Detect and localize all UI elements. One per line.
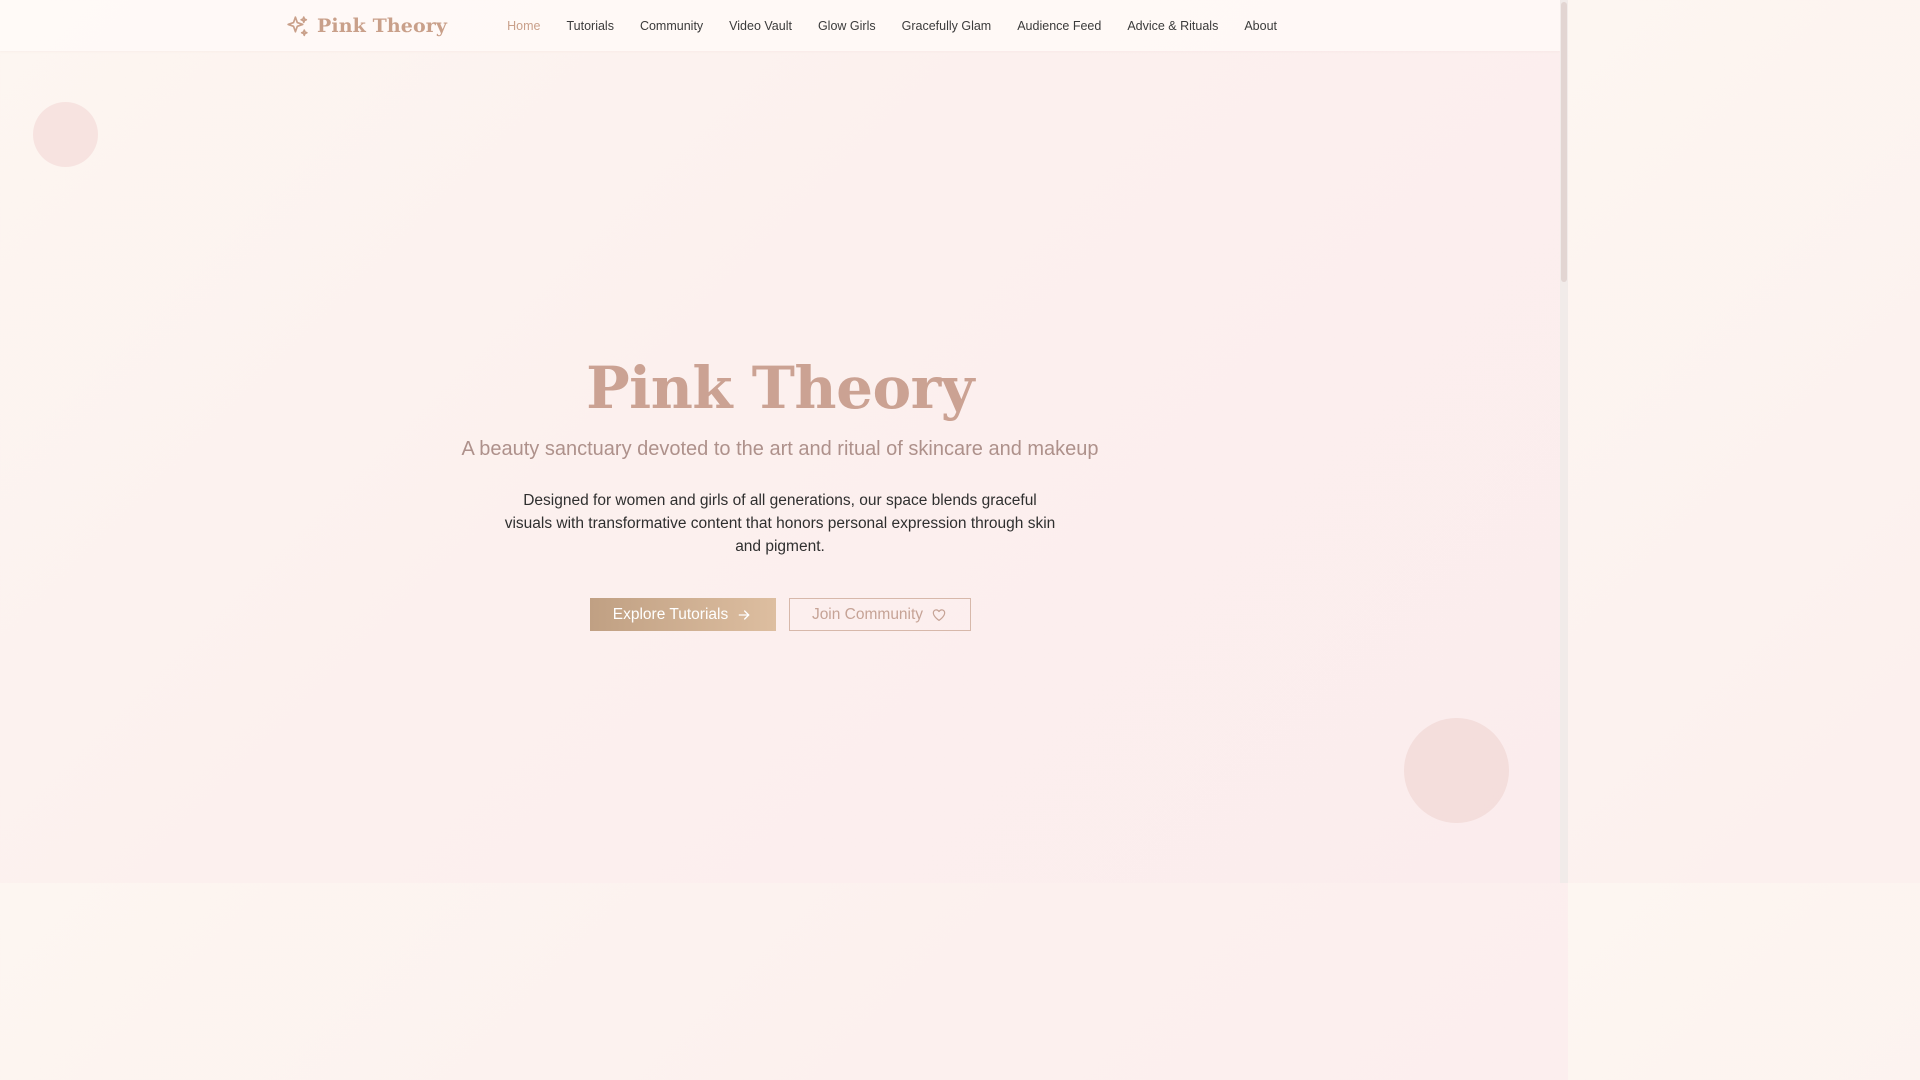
logo-text: Pink Theory	[317, 15, 447, 37]
join-community-button[interactable]: Join Community	[788, 598, 971, 631]
nav-advice-rituals[interactable]: Advice & Rituals	[1127, 19, 1218, 33]
heart-icon	[931, 607, 947, 623]
nav-gracefully-glam[interactable]: Gracefully Glam	[902, 19, 992, 33]
decorative-circle	[1404, 718, 1509, 823]
hero-section: Pink Theory A beauty sanctuary devoted t…	[0, 350, 1560, 631]
site-header: Pink Theory Home Tutorials Community Vid…	[0, 0, 1560, 51]
scrollbar-thumb[interactable]	[1561, 2, 1567, 282]
main-nav: Home Tutorials Community Video Vault Glo…	[507, 0, 1277, 51]
hero-subtitle: A beauty sanctuary devoted to the art an…	[461, 438, 1099, 460]
nav-about[interactable]: About	[1244, 19, 1277, 33]
nav-home[interactable]: Home	[507, 19, 540, 33]
nav-glow-girls[interactable]: Glow Girls	[818, 19, 876, 33]
hero-title: Pink Theory	[586, 354, 974, 422]
hero-actions: Explore Tutorials Join Community	[0, 598, 1560, 631]
explore-tutorials-button[interactable]: Explore Tutorials	[589, 598, 776, 631]
nav-community[interactable]: Community	[640, 19, 703, 33]
join-community-label: Join Community	[811, 605, 924, 623]
logo-link[interactable]: Pink Theory	[285, 13, 447, 39]
sparkles-icon	[285, 14, 310, 39]
nav-audience-feed[interactable]: Audience Feed	[1017, 19, 1101, 33]
hero-description: Designed for women and girls of all gene…	[504, 492, 1056, 555]
explore-tutorials-label: Explore Tutorials	[612, 605, 729, 623]
vertical-scrollbar[interactable]	[1560, 0, 1568, 883]
decorative-circle	[33, 102, 98, 167]
arrow-right-icon	[736, 607, 752, 623]
nav-tutorials[interactable]: Tutorials	[566, 19, 613, 33]
nav-video-vault[interactable]: Video Vault	[729, 19, 792, 33]
